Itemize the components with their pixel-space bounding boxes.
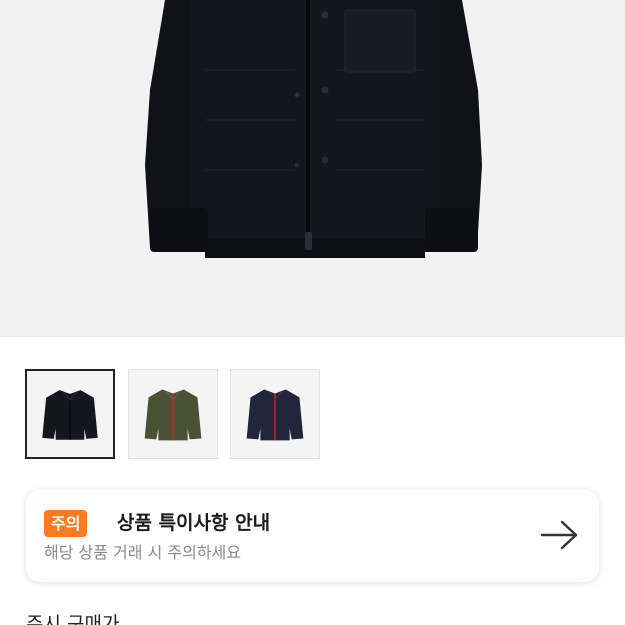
notice-subtitle: 해당 상품 거래 시 주의하세요	[44, 543, 241, 562]
product-detail-page: 주의 상품 특이사항 안내 해당 상품 거래 시 주의하세요 주시 구매가	[0, 0, 625, 625]
thumbnail-black-jacket-image	[42, 390, 98, 440]
jacket-illustration	[145, 0, 482, 258]
product-notice-card[interactable]: 주의 상품 특이사항 안내 해당 상품 거래 시 주의하세요	[26, 490, 599, 582]
thumbnail-3[interactable]	[230, 369, 320, 459]
thumbnail-1[interactable]	[25, 369, 115, 459]
caution-badge: 주의	[44, 510, 88, 537]
thumbnail-olive-jacket-image	[144, 389, 202, 441]
thumbnail-navy-jacket-image	[246, 389, 304, 441]
notice-title: 상품 특이사항 안내	[117, 512, 271, 534]
product-main-image[interactable]	[0, 0, 625, 337]
thumbnail-2[interactable]	[128, 369, 218, 459]
arrow-right-icon[interactable]	[540, 519, 580, 551]
section-label: 주시 구매가	[26, 613, 120, 625]
